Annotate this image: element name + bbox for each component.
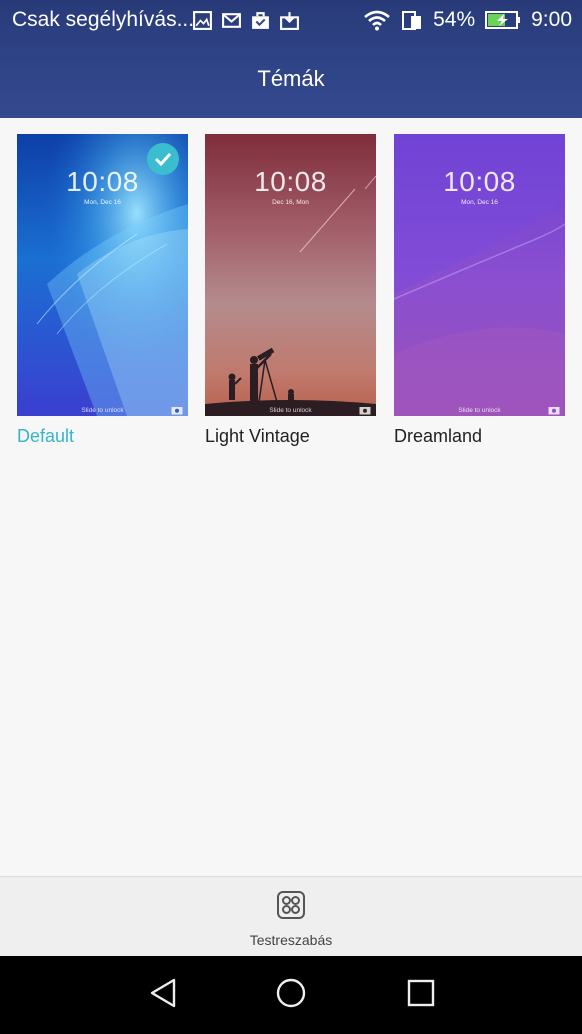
recents-icon[interactable]	[404, 976, 438, 1010]
battery-percent: 54%	[433, 8, 476, 31]
status-time: 9:00	[531, 8, 572, 31]
image-icon	[193, 11, 212, 30]
back-icon[interactable]	[146, 976, 180, 1010]
theme-preview-default[interactable]: 10:08 Mon, Dec 16 Slide to unlock	[17, 134, 188, 416]
preview-date: Mon, Dec 16	[461, 199, 498, 206]
app-header: Csak segélyhívás... 54% 9:00 Témák	[0, 0, 582, 118]
inbox-icon	[280, 12, 299, 30]
battery-charging-icon	[485, 11, 521, 29]
navigation-bar	[0, 956, 582, 1034]
theme-preview-dreamland[interactable]: 10:08 Mon, Dec 16 Slide to unlock	[394, 134, 565, 416]
selected-check-badge	[147, 143, 179, 175]
camera-icon	[548, 407, 560, 415]
theme-card-default[interactable]: 10:08 Mon, Dec 16 Slide to unlock Defaul…	[17, 134, 188, 447]
check-icon	[154, 152, 172, 167]
preview-slide-text: Slide to unlock	[269, 407, 312, 414]
status-bar: Csak segélyhívás... 54% 9:00	[0, 0, 582, 42]
preview-clock: 10:08	[443, 166, 516, 197]
preview-clock: 10:08	[254, 166, 327, 197]
camera-icon	[171, 407, 183, 415]
theme-card-light-vintage[interactable]: 10:08 Dec 16, Mon Slide to unlock Light …	[205, 134, 376, 447]
theme-name-dreamland[interactable]: Dreamland	[394, 426, 565, 447]
sim-icon	[402, 11, 422, 30]
camera-icon	[359, 407, 371, 415]
mail-icon	[222, 13, 241, 28]
customize-label[interactable]: Testreszabás	[0, 932, 582, 948]
theme-preview-light-vintage[interactable]: 10:08 Dec 16, Mon Slide to unlock	[205, 134, 376, 416]
theme-name-default[interactable]: Default	[17, 426, 188, 447]
notification-icons	[192, 10, 300, 31]
preview-date: Dec 16, Mon	[272, 199, 309, 206]
status-right: 54% 9:00	[363, 8, 572, 32]
theme-card-dreamland[interactable]: 10:08 Mon, Dec 16 Slide to unlock Dreaml…	[394, 134, 565, 447]
home-icon[interactable]	[274, 976, 308, 1010]
page-title: Témák	[257, 66, 325, 91]
notification-title: Csak segélyhívás...	[12, 8, 195, 31]
shopping-bag-icon	[252, 12, 269, 29]
preview-slide-text: Slide to unlock	[458, 407, 501, 414]
preview-date: Mon, Dec 16	[84, 199, 121, 206]
preview-slide-text: Slide to unlock	[81, 407, 124, 414]
wifi-icon	[364, 10, 390, 31]
theme-name-light-vintage[interactable]: Light Vintage	[205, 426, 376, 447]
grid-icon[interactable]	[276, 890, 306, 920]
